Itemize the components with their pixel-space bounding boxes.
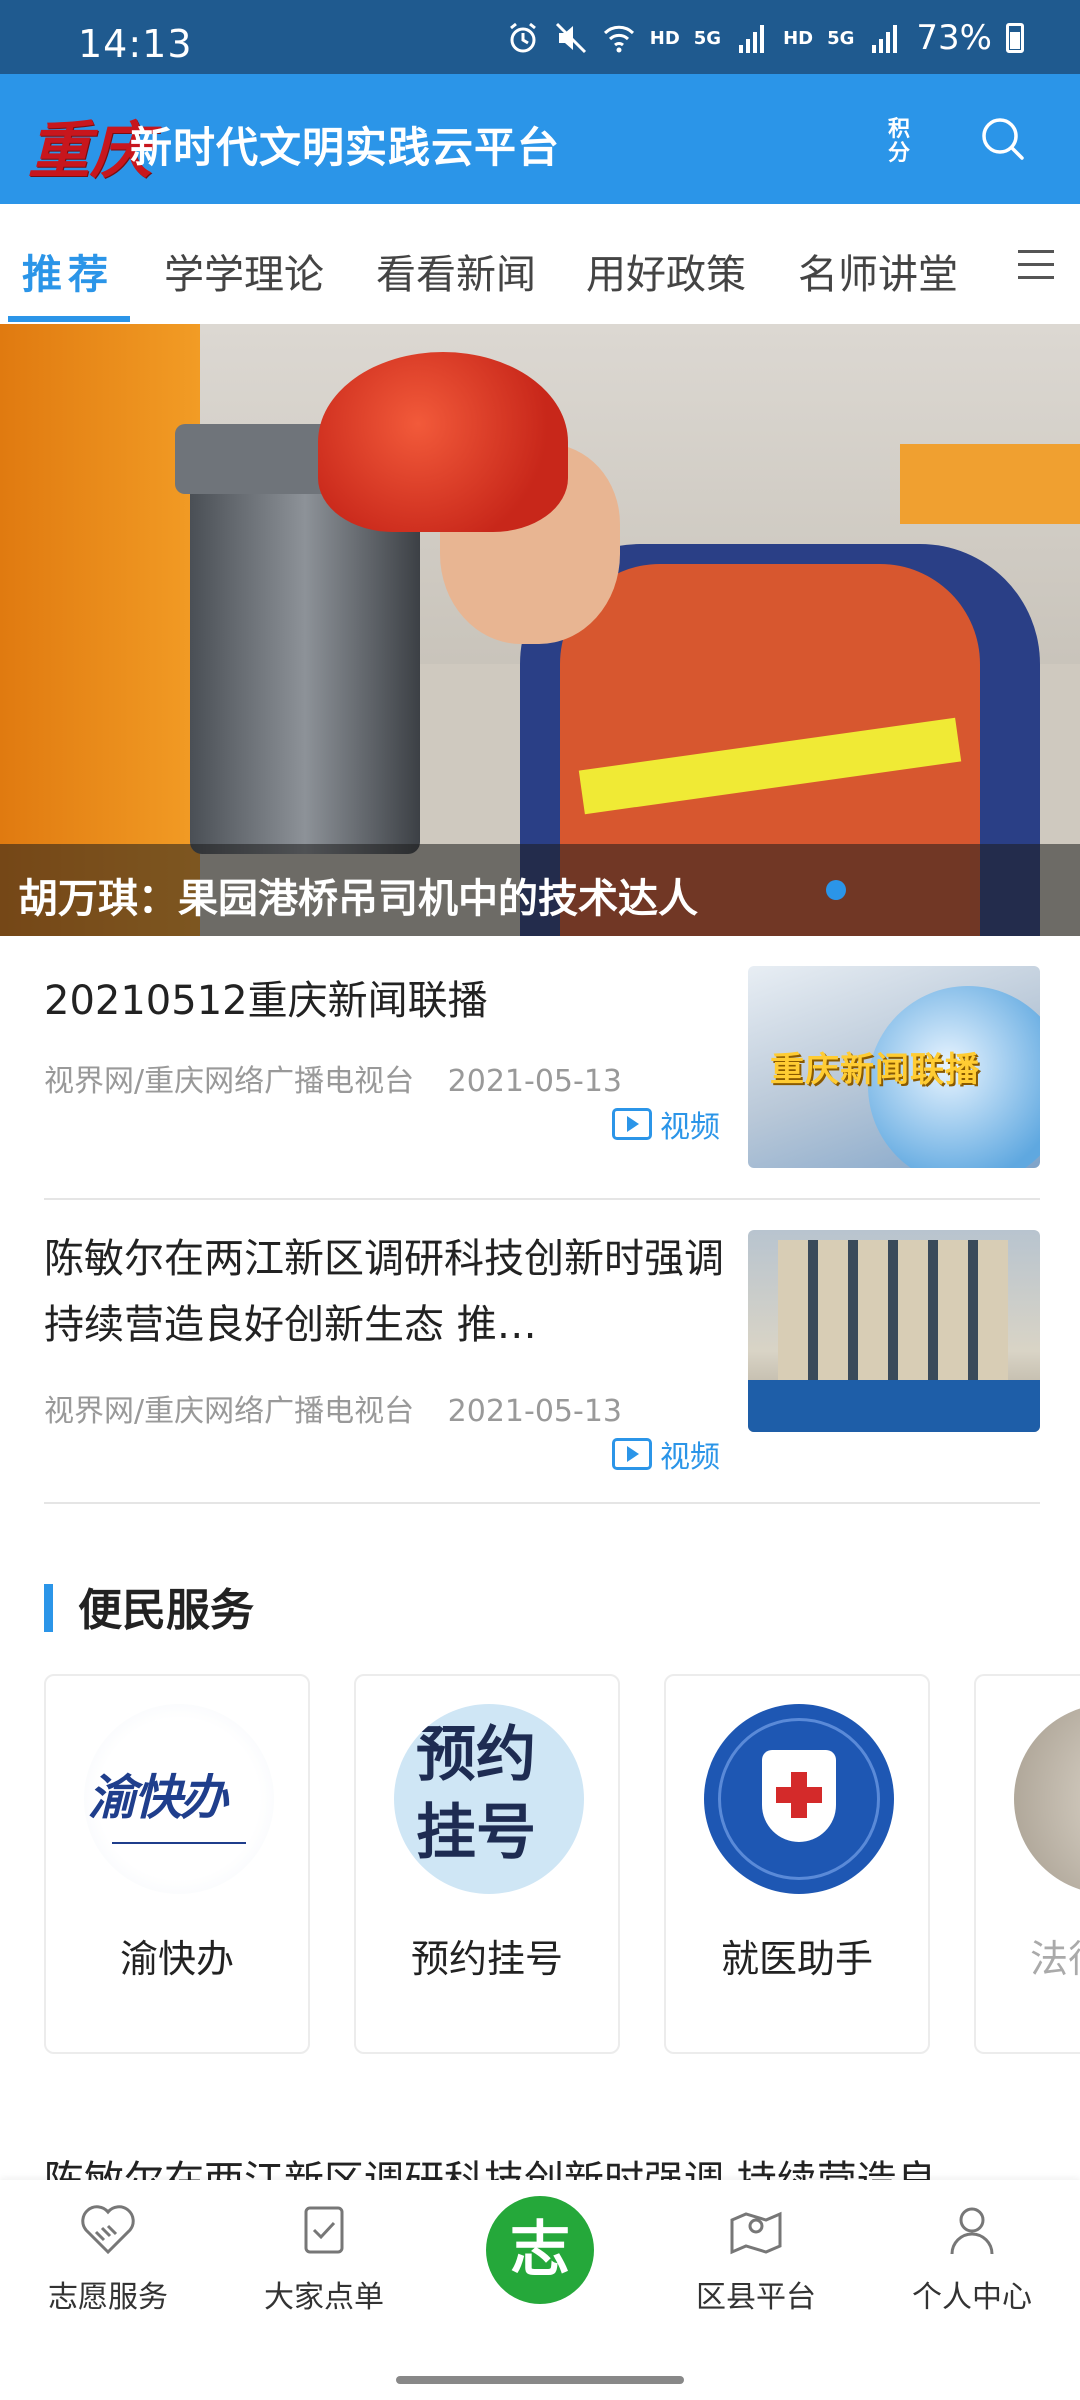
nav-personal-center[interactable]: 个人中心 xyxy=(882,2198,1062,2316)
nav-order[interactable]: 大家点单 xyxy=(234,2198,414,2316)
nav-district-platform[interactable]: 区县平台 xyxy=(666,2198,846,2316)
home-indicator[interactable] xyxy=(396,2376,684,2384)
network-badge-2: 5G xyxy=(827,27,855,49)
status-time: 14:13 xyxy=(78,22,193,66)
status-bar: 14:13 HD 5G HD 5G 73% xyxy=(0,0,1080,74)
tab-lecture[interactable]: 名师讲堂 xyxy=(798,242,958,300)
news-title: 20210512重庆新闻联播 xyxy=(44,978,488,1024)
wifi-icon xyxy=(603,25,634,53)
news-source: 视界网/重庆网络广播电视台 xyxy=(44,1394,415,1429)
banner-caption: 胡万琪：果园港桥吊司机中的技术达人 xyxy=(18,876,698,922)
law-icon xyxy=(1014,1704,1080,1894)
video-tag: 视频 xyxy=(612,1102,720,1146)
tab-policy[interactable]: 用好政策 xyxy=(586,242,746,300)
nav-volunteer-service[interactable]: 志愿服务 xyxy=(18,2198,198,2316)
map-pin-icon xyxy=(730,2211,782,2255)
service-card-law[interactable]: 法律 xyxy=(974,1674,1080,2054)
news-source: 视界网/重庆网络广播电视台 xyxy=(44,1064,415,1099)
status-icons: HD 5G HD 5G 73% xyxy=(506,18,1024,58)
divider xyxy=(44,1502,1040,1504)
service-label: 渝快办 xyxy=(119,1937,234,1981)
tab-news[interactable]: 看看新闻 xyxy=(376,242,536,300)
hd-badge-2: HD xyxy=(783,27,814,49)
active-tab-indicator xyxy=(8,316,130,322)
tab-recommend[interactable]: 推荐 xyxy=(22,242,114,300)
section-title: 便民服务 xyxy=(78,1585,254,1636)
video-icon xyxy=(612,1108,652,1140)
news-meta: 视界网/重庆网络广播电视台 2021-05-13 xyxy=(44,1386,622,1430)
tab-menu-icon[interactable] xyxy=(1018,246,1054,282)
news-thumbnail xyxy=(748,1230,1040,1432)
checklist-icon xyxy=(304,2206,344,2254)
search-icon[interactable] xyxy=(978,114,1028,164)
handshake-heart-icon xyxy=(81,2205,135,2255)
video-icon xyxy=(612,1438,652,1470)
service-label: 法律 xyxy=(1030,1937,1080,1981)
carousel-dot[interactable] xyxy=(826,880,846,900)
hd-badge-1: HD xyxy=(649,27,680,49)
news-item[interactable]: 20210512重庆新闻联播 视界网/重庆网络广播电视台 2021-05-13 … xyxy=(0,936,1080,1200)
news-thumbnail: 重庆新闻联播 xyxy=(748,966,1040,1168)
service-label: 预约挂号 xyxy=(410,1937,563,1981)
app-header: 重庆 新时代文明实践云平台 积分 xyxy=(0,74,1080,204)
banner-caption-bar: 胡万琪：果园港桥吊司机中的技术达人 xyxy=(0,844,1080,936)
appointment-icon: 预约 挂号 xyxy=(394,1704,584,1894)
service-label: 就医助手 xyxy=(720,1937,873,1981)
news-meta: 视界网/重庆网络广播电视台 2021-05-13 xyxy=(44,1056,622,1100)
news-item[interactable]: 陈敏尔在两江新区调研科技创新时强调 持续营造良好创新生态 推… 视界网/重庆网络… xyxy=(0,1200,1080,1504)
bottom-nav: 志愿服务 大家点单 志 区县平台 个人中心 xyxy=(0,2180,1080,2400)
news-date: 2021-05-13 xyxy=(447,1064,623,1099)
volunteer-logo-icon[interactable]: 志 xyxy=(486,2196,594,2304)
category-tabs: 推荐 学学理论 看看新闻 用好政策 名师讲堂 xyxy=(0,204,1080,324)
news-date: 2021-05-13 xyxy=(447,1394,623,1429)
battery-percent: 73% xyxy=(916,18,992,58)
person-icon xyxy=(950,2207,994,2255)
signal-icon-2 xyxy=(872,25,898,53)
service-card-appointment[interactable]: 预约 挂号 预约挂号 xyxy=(354,1674,620,2054)
app-title: 新时代文明实践云平台 xyxy=(130,123,561,172)
banner-carousel[interactable]: 胡万琪：果园港桥吊司机中的技术达人 xyxy=(0,324,1080,936)
medical-shield-icon xyxy=(704,1704,894,1894)
service-card-yukuaiban[interactable]: 渝快办 渝快办 xyxy=(44,1674,310,2054)
network-badge-1: 5G xyxy=(693,27,722,49)
alarm-icon xyxy=(509,22,536,53)
points-button[interactable]: 积分 xyxy=(884,118,914,166)
service-card-medical-assistant[interactable]: 就医助手 xyxy=(664,1674,930,2054)
battery-icon xyxy=(1006,23,1024,53)
video-tag: 视频 xyxy=(612,1432,720,1476)
mute-icon xyxy=(555,22,586,54)
yukuaiban-icon: 渝快办 xyxy=(84,1704,274,1894)
news-title: 陈敏尔在两江新区调研科技创新时强调 持续营造良好创新生态 推… xyxy=(44,1236,724,1348)
tab-theory[interactable]: 学学理论 xyxy=(164,242,324,300)
signal-icon-1 xyxy=(739,25,765,53)
